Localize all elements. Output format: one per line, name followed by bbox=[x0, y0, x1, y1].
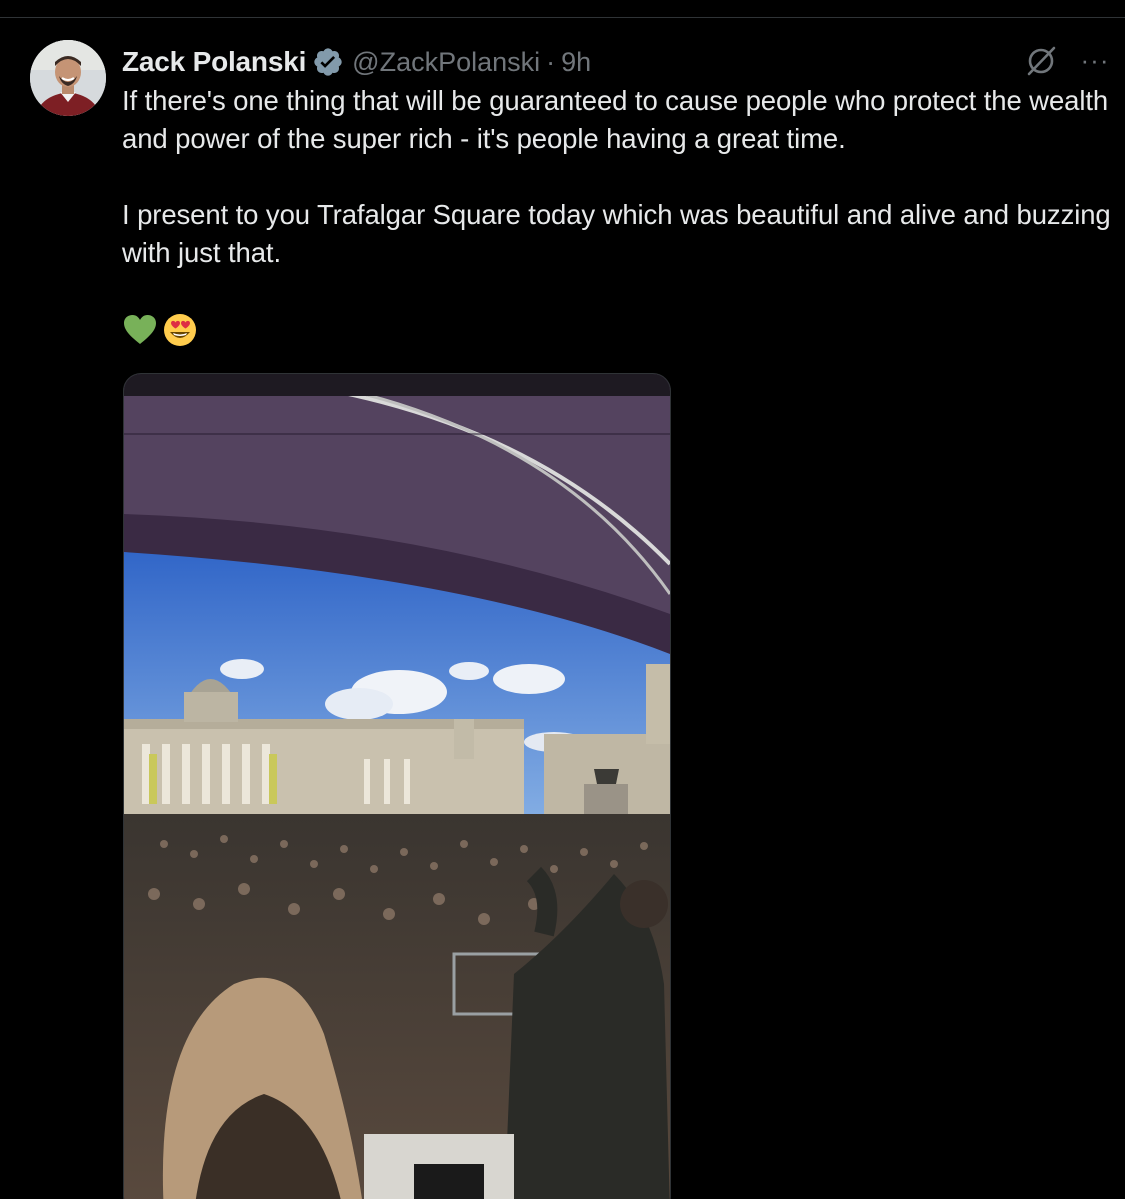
emoji-row bbox=[122, 312, 198, 348]
green-heart-emoji-icon bbox=[122, 312, 158, 348]
verified-badge-icon bbox=[312, 46, 344, 78]
tweet-page: Zack Polanski @ZackPolanski · 9h ··· If … bbox=[0, 0, 1125, 1199]
tweet-video[interactable] bbox=[123, 373, 671, 1199]
more-icon[interactable]: ··· bbox=[1078, 46, 1112, 74]
tweet-header: Zack Polanski @ZackPolanski · 9h bbox=[122, 42, 591, 82]
grok-icon[interactable] bbox=[1024, 44, 1058, 78]
heart-eyes-emoji-icon bbox=[162, 312, 198, 348]
tweet-paragraph-1: If there's one thing that will be guaran… bbox=[122, 85, 1109, 154]
video-thumbnail-icon bbox=[124, 374, 670, 1199]
avatar[interactable] bbox=[30, 40, 106, 116]
tweet-paragraph-2: I present to you Trafalgar Square today … bbox=[122, 199, 1111, 268]
author-name[interactable]: Zack Polanski bbox=[122, 46, 306, 78]
author-handle[interactable]: @ZackPolanski bbox=[352, 47, 540, 78]
tweet-time[interactable]: 9h bbox=[561, 47, 591, 78]
tweet-text: If there's one thing that will be guaran… bbox=[122, 82, 1112, 272]
separator-dot: · bbox=[546, 46, 556, 77]
divider bbox=[0, 17, 1125, 18]
